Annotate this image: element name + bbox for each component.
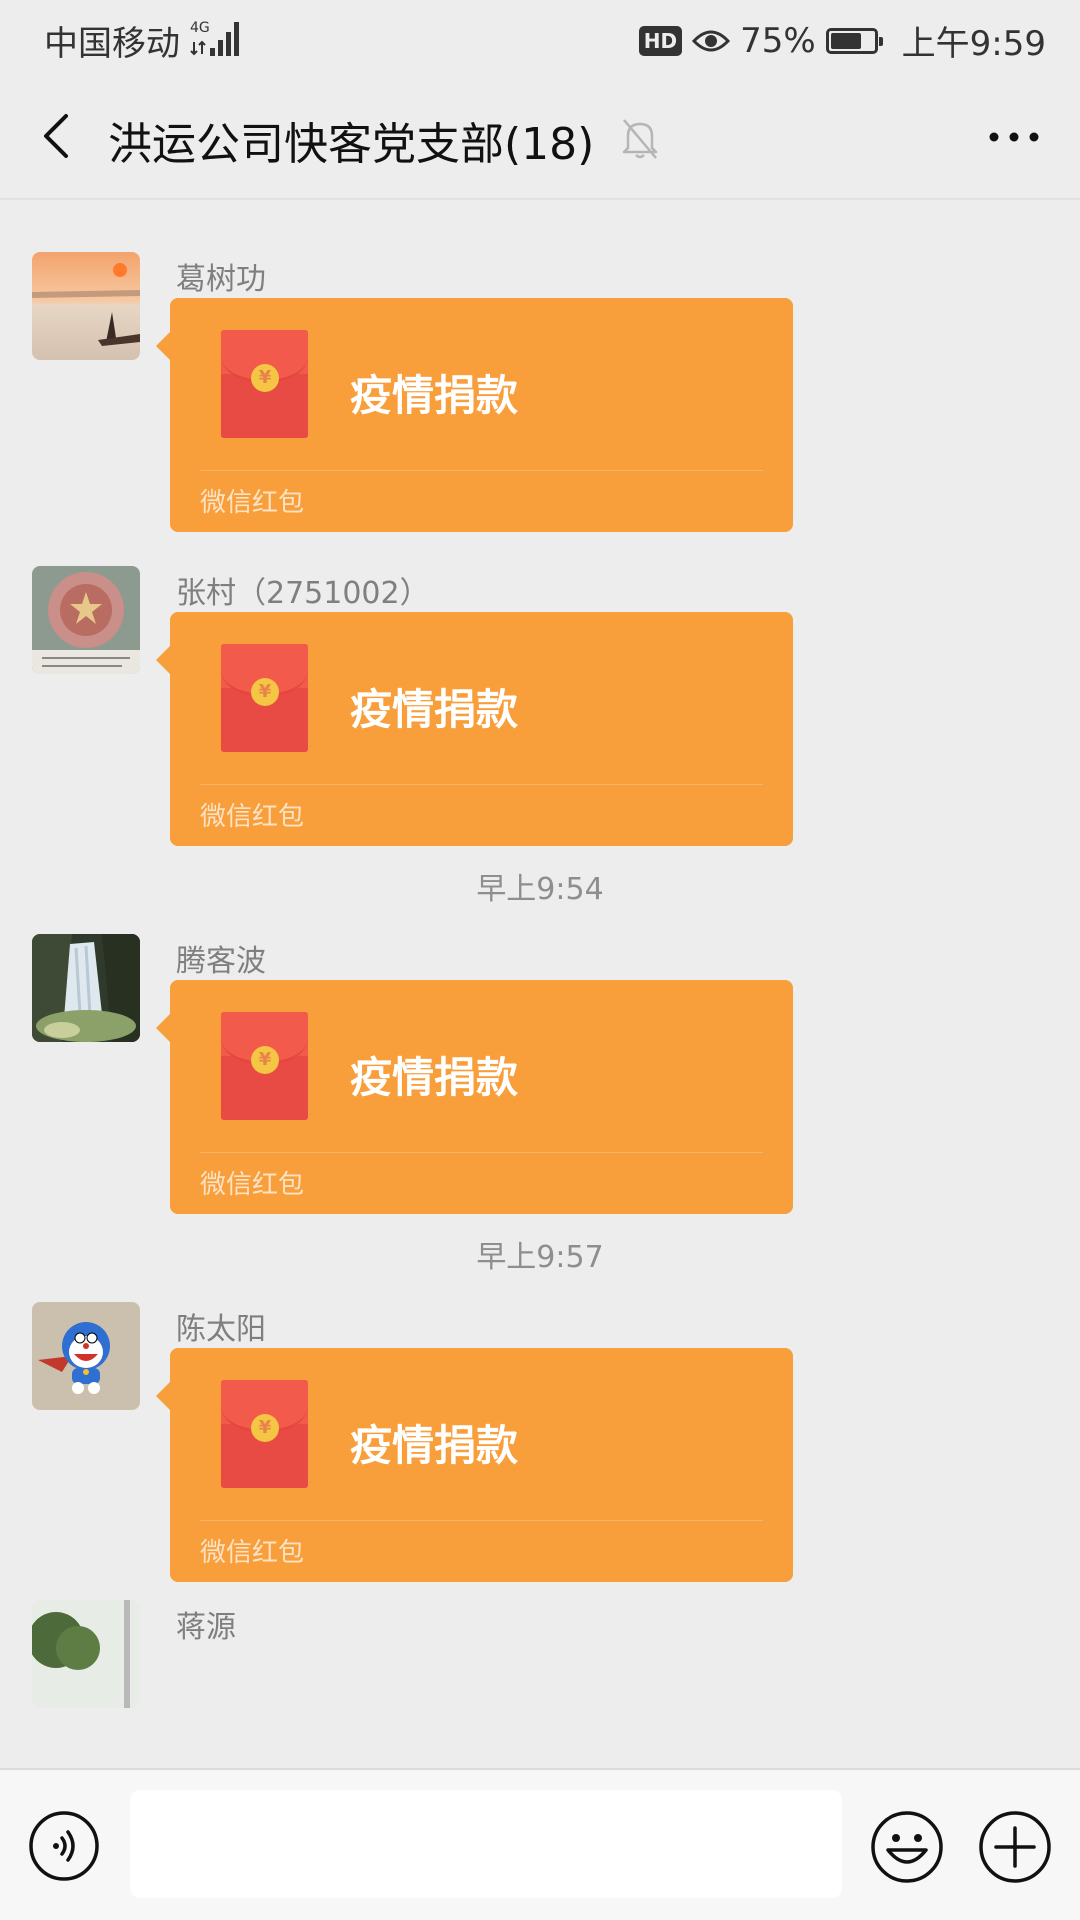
signal-icon: 4G [190,20,239,56]
red-packet-icon: ¥ [221,1380,308,1488]
divider [200,784,763,785]
more-icon[interactable] [984,112,1044,162]
avatar-cartoon-image [32,1302,140,1410]
divider [200,1520,763,1521]
red-packet-icon: ¥ [221,330,308,438]
sender-name: 陈太阳 [176,1312,266,1347]
avatar[interactable] [32,566,140,674]
avatar-emblem-image [32,566,140,674]
back-icon[interactable] [30,106,90,166]
avatar-sunset-image [32,252,140,360]
yen-icon: ¥ [251,1414,279,1442]
status-right: HD 75% 上午9:59 [638,16,1046,65]
divider [200,470,763,471]
yen-icon: ¥ [251,1046,279,1074]
red-packet-message[interactable]: ¥ 疫情捐款 微信红包 [156,980,793,1214]
message-input[interactable] [130,1790,842,1898]
eye-icon [692,30,731,51]
avatar[interactable] [32,934,140,1042]
red-packet-message[interactable]: ¥ 疫情捐款 微信红包 [156,612,793,846]
divider [200,1152,763,1153]
status-bar: 中国移动 4G HD 75% 上午9:59 [0,0,1080,76]
clock: 上午9:59 [901,24,1046,64]
red-packet-title: 疫情捐款 [350,371,519,420]
avatar[interactable] [32,252,140,360]
avatar[interactable] [32,1600,140,1708]
red-packet-title: 疫情捐款 [350,685,519,734]
sender-name: 蒋源 [176,1610,236,1645]
battery-icon [825,27,883,54]
red-packet-title: 疫情捐款 [350,1421,519,1470]
red-packet-icon: ¥ [221,1012,308,1120]
input-bar [0,1768,1080,1920]
yen-icon: ¥ [251,364,279,392]
red-packet-message[interactable]: ¥ 疫情捐款 微信红包 [156,298,793,532]
battery-percent: 75% [740,20,816,61]
hd-badge: HD [638,25,683,56]
yen-icon: ¥ [251,678,279,706]
red-packet-message[interactable]: ¥ 疫情捐款 微信红包 [156,1348,793,1582]
chat-title: 洪运公司快客党支部(18) [108,119,595,170]
avatar[interactable] [32,1302,140,1410]
message-item: 腾客波 ¥ 疫情捐款 微信红包 [0,882,1080,1214]
carrier-name: 中国移动 [44,24,180,64]
network-indicator: 4G [190,18,246,67]
message-item: 陈太阳 ¥ 疫情捐款 微信红包 [0,1250,1080,1582]
message-item: 葛树功 ¥ 疫情捐款 微信红包 [0,200,1080,532]
chat-header: 洪运公司快客党支部(18) [0,76,1080,200]
red-packet-title: 疫情捐款 [350,1053,519,1102]
plus-icon[interactable] [978,1810,1052,1884]
message-item: 张村（2751002） ¥ 疫情捐款 微信红包 [0,514,1080,846]
message-item: 蒋源 [0,1564,1080,1708]
bell-off-icon [622,119,658,159]
sender-name: 张村（2751002） [176,576,430,611]
voice-icon[interactable] [28,1810,100,1882]
chat-messages[interactable]: 葛树功 ¥ 疫情捐款 微信红包 张村（2751002） ¥ 疫情捐款 微信红包 … [0,200,1080,1768]
svg-text:4G: 4G [190,20,210,36]
sender-name: 腾客波 [176,944,266,979]
sender-name: 葛树功 [176,262,266,297]
red-packet-icon: ¥ [221,644,308,752]
emoji-icon[interactable] [870,1810,944,1884]
avatar-waterfall-image [32,934,140,1042]
avatar-tree-image [32,1600,140,1708]
